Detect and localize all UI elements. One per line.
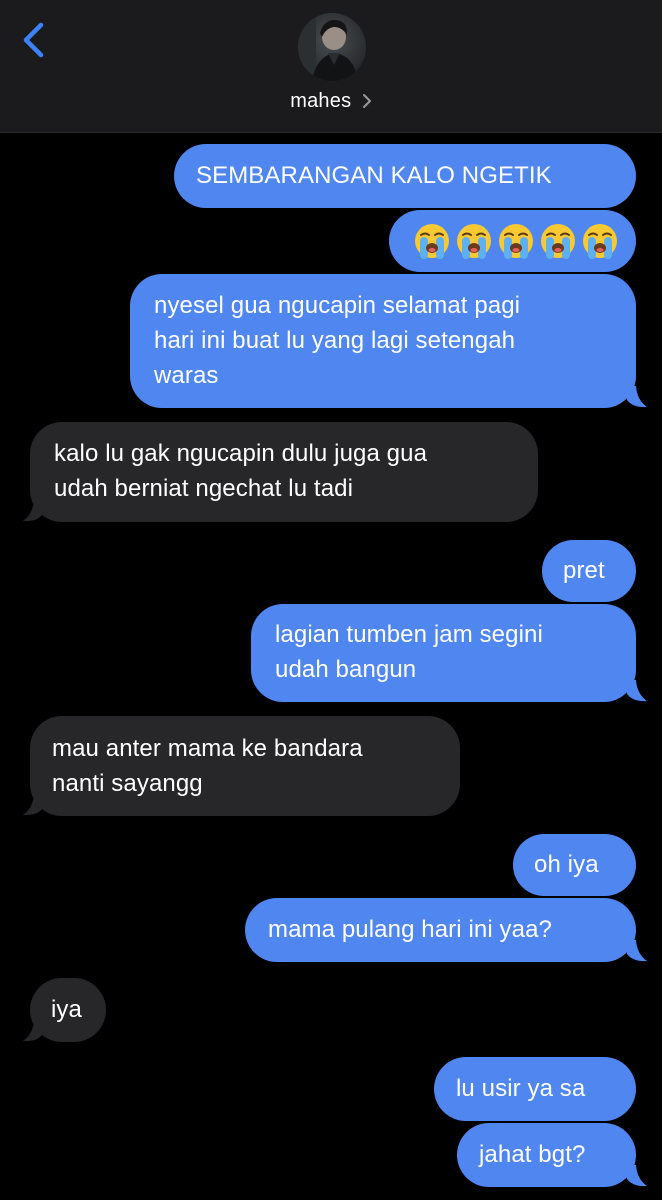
loudly-crying-face-emoji xyxy=(415,224,449,259)
emoji-row xyxy=(413,222,636,260)
message-text: pret xyxy=(563,557,605,584)
message-bubble-outgoing[interactable]: nyesel gua ngucapin selamat pagi hari in… xyxy=(130,274,636,408)
loudly-crying-face-emoji xyxy=(541,224,575,259)
message-bubble-outgoing[interactable]: SEMBARANGAN KALO NGETIK xyxy=(174,144,636,208)
message-text: mama pulang hari ini yaa? xyxy=(268,916,552,943)
message-bubble-outgoing[interactable]: pret xyxy=(542,540,636,602)
message-bubble-outgoing[interactable]: mama pulang hari ini yaa? xyxy=(245,898,636,962)
loudly-crying-face-emoji xyxy=(583,224,617,259)
message-bubble-outgoing[interactable]: lagian tumben jam segini udah bangun xyxy=(251,604,636,702)
loudly-crying-face-emoji xyxy=(457,224,491,259)
message-text-line: waras xyxy=(154,362,219,389)
contact-name-button[interactable]: mahes xyxy=(0,88,662,114)
message-text: oh iya xyxy=(534,851,599,878)
message-text: SEMBARANGAN KALO NGETIK xyxy=(196,162,552,189)
message-text: jahat bgt? xyxy=(479,1141,586,1168)
message-bubble-outgoing[interactable]: oh iya xyxy=(513,834,636,896)
loudly-crying-face-emoji xyxy=(499,224,533,259)
contact-avatar[interactable] xyxy=(298,13,366,81)
message-bubble-outgoing[interactable] xyxy=(389,210,636,272)
message-text-line: nyesel gua ngucapin selamat pagi xyxy=(154,292,521,319)
message-text: iya xyxy=(51,996,82,1023)
contact-name: mahes xyxy=(290,90,352,112)
message-text-line: kalo lu gak ngucapin dulu juga gua xyxy=(54,440,428,467)
message-text-line: lagian tumben jam segini xyxy=(275,621,543,648)
bubble-tail-outgoing xyxy=(627,386,647,408)
conversation-header: mahes xyxy=(0,0,662,133)
message-bubble-outgoing[interactable]: jahat bgt? xyxy=(457,1123,636,1187)
message-text-line: udah bangun xyxy=(275,656,417,683)
message-text-line: hari ini buat lu yang lagi setengah xyxy=(154,327,516,354)
chevron-right-icon xyxy=(362,94,371,109)
message-text-line: nanti sayangg xyxy=(52,770,203,797)
message-bubble-incoming[interactable]: kalo lu gak ngucapin dulu juga gua udah … xyxy=(30,422,538,522)
bubble-tail-outgoing xyxy=(627,940,647,962)
back-button[interactable] xyxy=(14,18,54,62)
bubble-tail-outgoing xyxy=(627,680,647,702)
bubble-tail-incoming xyxy=(23,500,43,522)
message-bubble-incoming[interactable]: mau anter mama ke bandara nanti sayangg xyxy=(30,716,460,816)
message-text-line: udah berniat ngechat lu tadi xyxy=(54,475,354,502)
bubble-tail-incoming xyxy=(23,1020,43,1042)
bubble-tail-incoming xyxy=(23,794,43,816)
chevron-left-icon xyxy=(23,22,44,58)
bubble-tail-outgoing xyxy=(627,1165,647,1187)
message-text-line: mau anter mama ke bandara xyxy=(52,735,363,762)
message-text: lu usir ya sa xyxy=(456,1075,586,1102)
message-bubble-outgoing[interactable]: lu usir ya sa xyxy=(434,1057,636,1121)
